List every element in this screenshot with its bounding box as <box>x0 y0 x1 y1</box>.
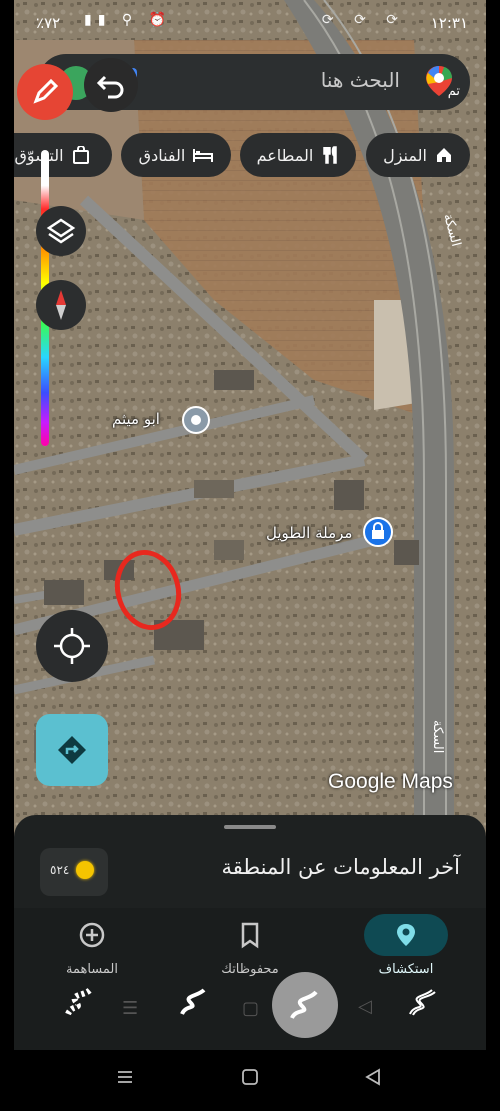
pencil-icon <box>33 78 59 104</box>
sheet-title: آخر المعلومات عن المنطقة <box>221 855 461 879</box>
home-button-icon[interactable] <box>241 1068 259 1086</box>
poi-pin-marmala[interactable] <box>363 517 393 547</box>
squiggle-selected-icon <box>290 990 318 1020</box>
area-info-sheet[interactable]: آخر المعلومات عن المنطقة ٥٢٤ <box>14 815 486 915</box>
home-icon <box>436 148 451 162</box>
chip-shopping[interactable]: التسوّق <box>14 133 112 177</box>
hotel-icon <box>193 149 214 162</box>
chip-hotels[interactable]: الفنادق <box>121 133 231 177</box>
clock: ١٢:٣١ <box>430 14 468 32</box>
square-icon-faint: ▢ <box>242 998 260 1019</box>
google-maps-logo: Google Maps <box>328 770 453 793</box>
points-badge[interactable]: ٥٢٤ <box>40 848 108 896</box>
layers-button[interactable] <box>36 206 86 256</box>
undo-button[interactable] <box>84 58 138 112</box>
shopping-bag-icon <box>72 146 89 164</box>
back-icon[interactable] <box>364 1068 382 1086</box>
notification-icons: ⟳ ⟳ ⟳ <box>321 12 406 28</box>
satellite-map[interactable]: السكة السكة <box>14 0 486 830</box>
edit-button[interactable] <box>17 64 73 120</box>
chip-home[interactable]: المنزل <box>366 133 470 177</box>
category-chips: المنزل المطاعم الفنادق التسوّق <box>14 133 486 179</box>
squiggle-icon[interactable] <box>176 984 212 1020</box>
checker-pattern-icon[interactable] <box>62 984 98 1020</box>
phone-screen: السكة السكة ابو ميثم مرملة الطويل Google… <box>14 0 486 1050</box>
road-label-bottom: السكة <box>430 720 445 753</box>
outline-squiggle-icon[interactable] <box>404 984 440 1020</box>
recents-icon[interactable] <box>116 1068 134 1086</box>
compass-icon <box>56 290 66 320</box>
restaurant-icon <box>323 146 338 164</box>
directions-icon <box>58 736 86 764</box>
location-pin-icon <box>397 924 415 946</box>
account-label[interactable]: تم <box>448 84 460 99</box>
poi-label-abu-maytham[interactable]: ابو ميثم <box>112 410 160 428</box>
menu-icon-faint: ☰ <box>122 998 139 1019</box>
undo-icon <box>96 75 124 99</box>
selected-tool-button[interactable] <box>272 972 338 1038</box>
bookmark-icon <box>241 922 259 949</box>
signal-icons: ▮▮ ⚲ ⏰ <box>84 12 172 28</box>
poi-label-marmala[interactable]: مرملة الطويل <box>266 524 352 542</box>
directions-button[interactable] <box>36 714 108 786</box>
chip-restaurants[interactable]: المطاعم <box>240 133 356 177</box>
add-circle-icon <box>79 922 105 948</box>
sheet-drag-handle[interactable] <box>224 825 276 829</box>
search-input[interactable]: البحث هنا <box>321 68 400 92</box>
poi-pin-abu-maytham[interactable] <box>182 406 210 434</box>
points-value: ٥٢٤ <box>50 863 70 877</box>
overlay-tool-row: ☰ ▢ ◁ <box>14 968 486 1050</box>
my-location-button[interactable] <box>36 610 108 682</box>
battery-percent: ٪٧٢ <box>36 14 61 32</box>
system-navigation-bar <box>0 1050 500 1111</box>
compass-button[interactable] <box>36 280 86 330</box>
coin-icon <box>76 861 94 879</box>
crosshair-icon <box>54 628 90 664</box>
layers-icon <box>46 218 76 244</box>
status-bar: ٪٧٢ ▮▮ ⚲ ⏰ ⟳ ⟳ ⟳ ١٢:٣١ <box>14 0 486 46</box>
back-triangle-faint: ◁ <box>358 996 372 1017</box>
